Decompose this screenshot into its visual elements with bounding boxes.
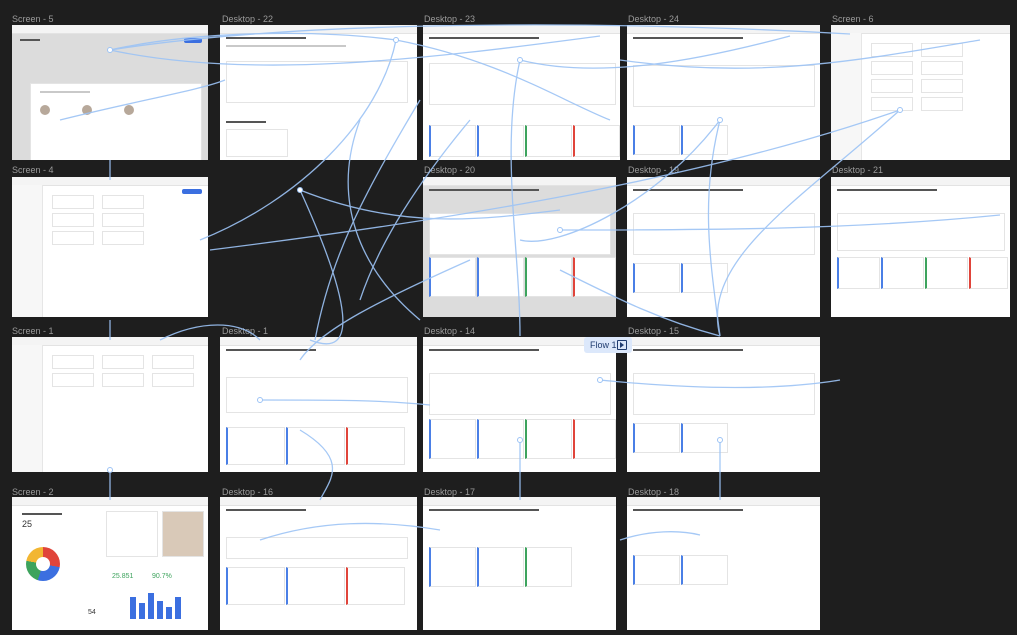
frame-screen-6[interactable] <box>831 25 1010 160</box>
frame-desktop-24[interactable] <box>627 25 820 160</box>
dashboard-stat-4: 54 <box>88 609 96 616</box>
frame-desktop-16[interactable] <box>220 497 417 630</box>
frame-screen-1[interactable] <box>12 337 208 472</box>
frame-desktop-23[interactable] <box>423 25 620 160</box>
frame-desktop-21[interactable] <box>831 177 1010 317</box>
frame-label-desktop-24: Desktop - 24 <box>628 14 680 24</box>
frame-desktop-15[interactable] <box>627 337 820 472</box>
frame-desktop-14[interactable] <box>423 337 616 472</box>
frame-label-desktop-19: Desktop - 19 <box>628 165 680 175</box>
frame-label-screen-6: Screen - 6 <box>832 14 874 24</box>
frame-screen-4[interactable] <box>12 177 208 317</box>
dashboard-stat-2: 25.851 <box>112 573 134 580</box>
frame-desktop-1[interactable] <box>220 337 417 472</box>
frame-label-desktop-16: Desktop - 16 <box>222 487 274 497</box>
dashboard-stat-1: 25 <box>22 519 33 529</box>
frame-screen-2[interactable]: 25 25.851 90.7% 54 <box>12 497 208 630</box>
frame-label-desktop-17: Desktop - 17 <box>424 487 476 497</box>
dashboard-stat-3: 90.7% <box>152 573 172 580</box>
frame-label-screen-5: Screen - 5 <box>12 14 54 24</box>
frame-desktop-19[interactable] <box>627 177 820 317</box>
frame-label-screen-4: Screen - 4 <box>12 165 54 175</box>
frame-desktop-17[interactable] <box>423 497 616 630</box>
frame-label-desktop-18: Desktop - 18 <box>628 487 680 497</box>
frame-label-screen-2: Screen - 2 <box>12 487 54 497</box>
frame-label-desktop-21: Desktop - 21 <box>832 165 884 175</box>
frame-desktop-22[interactable] <box>220 25 417 160</box>
frame-label-desktop-23: Desktop - 23 <box>424 14 476 24</box>
frame-desktop-20[interactable] <box>423 177 616 317</box>
play-icon[interactable] <box>617 340 627 350</box>
frame-label-desktop-20: Desktop - 20 <box>424 165 476 175</box>
frame-label-desktop-22: Desktop - 22 <box>222 14 274 24</box>
frame-desktop-18[interactable] <box>627 497 820 630</box>
flow-starting-point-badge[interactable]: Flow 1 <box>584 337 632 353</box>
flow-label: Flow 1 <box>590 340 617 350</box>
frame-label-desktop-15: Desktop - 15 <box>628 326 680 336</box>
frame-label-desktop-1: Desktop - 1 <box>222 326 269 336</box>
frame-label-desktop-14: Desktop - 14 <box>424 326 476 336</box>
frame-screen-5[interactable] <box>12 25 208 160</box>
frame-label-screen-1: Screen - 1 <box>12 326 54 336</box>
